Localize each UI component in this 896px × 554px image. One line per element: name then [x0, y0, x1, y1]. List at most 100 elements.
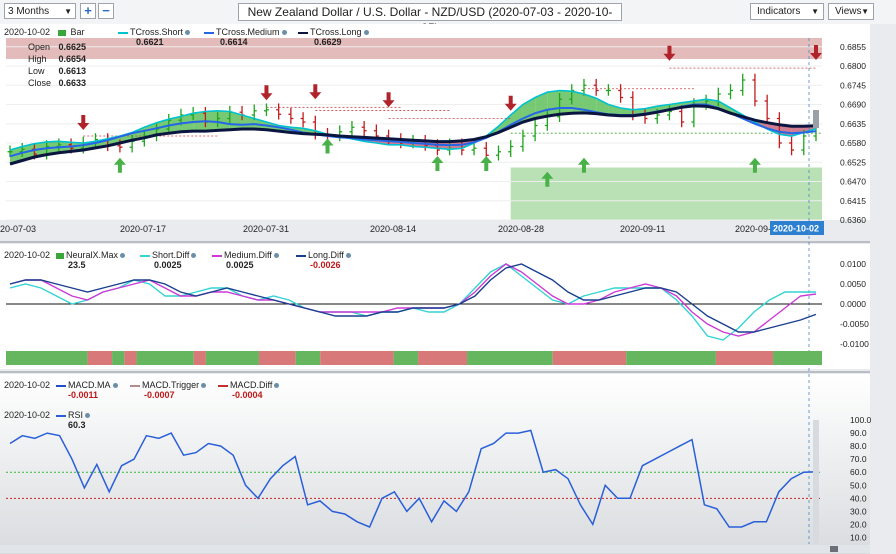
x-tick-label-current: 2020-10-02: [773, 224, 819, 234]
x-tick-label: 2020-08-14: [370, 224, 416, 234]
neuralx-signal-bar: [715, 351, 774, 365]
legend-swatch: [298, 31, 308, 34]
bar-icon: [58, 29, 66, 36]
y-tick-label: 100.0: [850, 415, 872, 425]
period-label: 3 Months: [8, 6, 50, 17]
zoom-out-button[interactable]: −: [98, 3, 114, 19]
legend-tcross-short[interactable]: TCross.Short 0.6621: [118, 27, 191, 47]
zoom-in-button[interactable]: +: [80, 3, 96, 19]
rsi-date: 2020-10-02: [4, 410, 51, 420]
legend-swatch: [140, 254, 150, 257]
settings-dot-icon[interactable]: [273, 253, 279, 259]
ohlc-high: High 0.6654: [28, 54, 86, 64]
y-tick-label: 0.6470: [840, 177, 866, 187]
neuralx-signal-bar: [320, 351, 394, 365]
legend-swatch: [218, 384, 228, 387]
neuralx-signal-bar: [193, 351, 206, 365]
legend-swatch: [212, 254, 222, 257]
legend-neuralx-max[interactable]: NeuralX.Max 23.5: [56, 250, 126, 270]
legend-tcross-medium[interactable]: TCross.Medium 0.6614: [204, 27, 287, 47]
legend-long-diff[interactable]: Long.Diff -0.0026: [296, 250, 351, 270]
chevron-down-icon: ▼: [861, 7, 869, 16]
neuralx-signal-bar: [112, 351, 125, 365]
legend-macd-diff[interactable]: MACD.Diff -0.0004: [218, 380, 280, 400]
y-tick-label: 20.0: [850, 519, 867, 529]
y-tick-label: 30.0: [850, 506, 867, 516]
settings-dot-icon[interactable]: [191, 253, 197, 259]
legend-swatch: [118, 31, 128, 34]
legend-swatch: [56, 252, 64, 259]
price-series-legend: Bar: [58, 27, 85, 37]
y-tick-label: 0.6580: [840, 138, 866, 148]
neural-date: 2020-10-02: [4, 250, 51, 260]
ohlc-readout: Open 0.6625 High 0.6654 Low 0.6613 Close 0.6…: [28, 41, 86, 89]
legend-swatch: [296, 254, 306, 257]
settings-dot-icon[interactable]: [363, 30, 369, 36]
y-tick-label: 80.0: [850, 441, 867, 451]
y-tick-label: 0.6800: [840, 61, 866, 71]
y-tick-label: 50.0: [850, 480, 867, 490]
ohlc-low: Low 0.6613: [28, 66, 86, 76]
legend-tcross-long[interactable]: TCross.Long 0.6629: [298, 27, 369, 47]
settings-dot-icon[interactable]: [281, 30, 287, 36]
period-select[interactable]: 3 Months ▼: [4, 3, 76, 19]
y-tick-label: 90.0: [850, 428, 867, 438]
legend-rsi[interactable]: RSI 60.3: [56, 410, 91, 430]
settings-dot-icon[interactable]: [120, 253, 126, 259]
legend-swatch: [130, 384, 140, 387]
neuralx-signal-bar: [393, 351, 419, 365]
ohlc-close: Close 0.6633: [28, 78, 86, 88]
neuralx-signal-bar: [136, 351, 194, 365]
legend-macd-ma[interactable]: MACD.MA -0.0011: [56, 380, 118, 400]
neuralx-signal-bar: [773, 351, 822, 365]
x-tick-label: 2020-08-28: [498, 224, 544, 234]
views-dropdown[interactable]: Views ▼: [828, 3, 874, 20]
y-tick-label: 0.6360: [840, 215, 866, 225]
support-band: [510, 167, 822, 220]
y-tick-label: 60.0: [850, 467, 867, 477]
trend-fill: [547, 90, 560, 117]
trend-fill: [217, 110, 230, 131]
chevron-down-icon: ▼: [64, 7, 72, 16]
settings-dot-icon[interactable]: [185, 30, 191, 36]
views-label: Views: [835, 6, 862, 17]
x-tick-label: 2020-07-17: [120, 224, 166, 234]
x-tick-label: 2020-09-11: [620, 224, 665, 234]
settings-dot-icon[interactable]: [112, 383, 118, 389]
ohlc-open: Open 0.6625: [28, 42, 86, 52]
neuralx-signal-bar: [552, 351, 627, 365]
y-tick-label: 0.6525: [840, 157, 866, 167]
neuralx-signal-bar: [87, 351, 113, 365]
y-tick-label: -0.0100: [840, 339, 869, 349]
neuralx-signal-bar: [6, 351, 88, 365]
trend-fill: [559, 90, 572, 115]
legend-medium-diff[interactable]: Medium.Diff 0.0025: [212, 250, 279, 270]
neuralx-signal-bar: [124, 351, 137, 365]
legend-short-diff[interactable]: Short.Diff 0.0025: [140, 250, 197, 270]
settings-dot-icon[interactable]: [274, 383, 280, 389]
neuralx-signal-bar: [205, 351, 259, 365]
y-tick-label: 40.0: [850, 493, 867, 503]
legend-swatch: [56, 414, 66, 417]
neural-panel-background: [0, 244, 870, 369]
y-tick-label: 0.6635: [840, 119, 866, 129]
y-tick-label: 0.0050: [840, 279, 866, 289]
chart-title: New Zealand Dollar / U.S. Dollar - NZD/U…: [238, 3, 622, 35]
y-tick-label: 0.6690: [840, 100, 866, 110]
chevron-down-icon: ▼: [811, 7, 819, 16]
settings-dot-icon[interactable]: [201, 383, 207, 389]
x-tick-label: 2020-07-31: [243, 224, 289, 234]
neuralx-signal-bar: [418, 351, 468, 365]
legend-macd-trigger[interactable]: MACD.Trigger -0.0007: [130, 380, 207, 400]
y-tick-label: 0.6415: [840, 196, 866, 206]
y-tick-label: 0.6745: [840, 80, 866, 90]
chart-canvas[interactable]: 0.6855 0.6800 0.6745 0.6690 0.6635 0.6580 0.65…: [0, 24, 896, 554]
settings-dot-icon[interactable]: [345, 253, 351, 259]
y-tick-label: 0.0000: [840, 299, 866, 309]
indicators-dropdown[interactable]: Indicators ▼: [750, 3, 824, 20]
neuralx-signal-bar: [626, 351, 716, 365]
neuralx-signal-bar: [467, 351, 553, 365]
settings-dot-icon[interactable]: [85, 413, 91, 419]
price-scrollbar: [813, 110, 819, 128]
legend-swatch: [204, 31, 214, 34]
